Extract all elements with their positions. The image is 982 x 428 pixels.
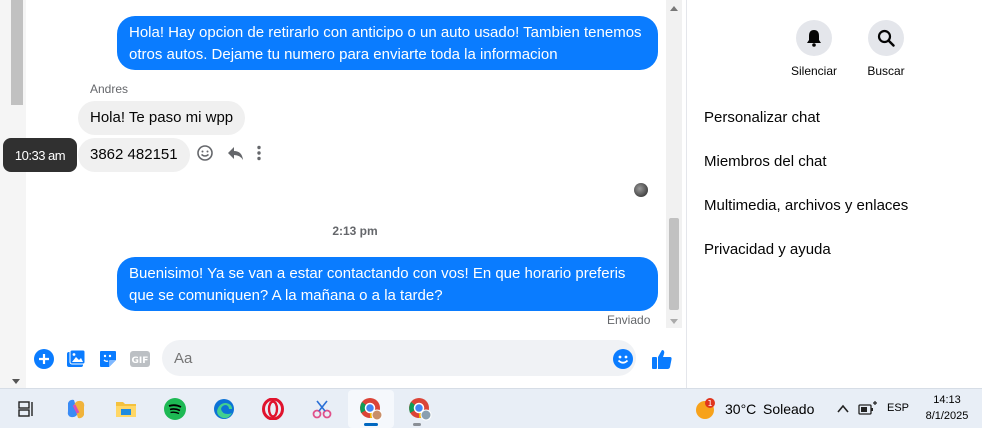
active-app-indicator — [364, 423, 378, 426]
image-icon[interactable] — [65, 348, 87, 370]
battery-network-icon[interactable] — [855, 396, 881, 422]
more-options-icon[interactable] — [256, 144, 262, 167]
chat-scroll-up-arrow[interactable] — [670, 6, 678, 11]
incoming-message[interactable]: Hola! Te paso mi wpp — [78, 101, 246, 135]
page-scrollbar-thumb[interactable] — [11, 0, 23, 105]
snipping-tool-icon[interactable] — [309, 396, 335, 422]
task-view-icon[interactable] — [13, 396, 39, 422]
mute-label: Silenciar — [790, 64, 838, 78]
sticker-icon[interactable] — [97, 348, 119, 370]
weather-badge: 1 — [707, 399, 712, 408]
clock-date: 8/1/2025 — [925, 410, 969, 422]
outgoing-message[interactable]: Buenisimo! Ya se van a estar contactando… — [117, 257, 658, 311]
page-scroll-down-arrow[interactable] — [12, 379, 20, 384]
outgoing-message[interactable]: Hola! Hay opcion de retirarlo con antici… — [117, 16, 658, 70]
weather-sun-icon[interactable]: 1 — [692, 396, 718, 422]
gif-icon[interactable]: GIF — [129, 348, 151, 370]
sender-name: Andres — [90, 82, 129, 96]
seen-avatar — [634, 183, 648, 197]
panel-item-customize-chat[interactable]: Personalizar chat — [704, 109, 820, 126]
search-icon — [868, 20, 904, 56]
weather-condition[interactable]: Soleado — [763, 401, 814, 417]
panel-item-privacy-help[interactable]: Privacidad y ayuda — [704, 241, 831, 258]
chrome-profile-icon-2[interactable] — [407, 396, 433, 422]
edge-icon[interactable] — [211, 396, 237, 422]
message-input[interactable] — [162, 340, 636, 376]
chat-scrollbar-thumb[interactable] — [669, 218, 679, 310]
chat-scroll-down-arrow[interactable] — [670, 319, 678, 324]
time-divider: 2:13 pm — [332, 224, 378, 238]
plus-icon[interactable] — [33, 348, 55, 370]
screen: Hola! Hay opcion de retirarlo con antici… — [0, 0, 982, 428]
search-label: Buscar — [867, 64, 905, 78]
page-scrollbar[interactable] — [0, 0, 26, 388]
chat-info-panel: Silenciar Buscar Personalizar chat Miemb… — [686, 0, 982, 388]
chat-area: Hola! Hay opcion de retirarlo con antici… — [26, 0, 684, 388]
opera-icon[interactable] — [260, 396, 286, 422]
bell-icon — [796, 20, 832, 56]
emoji-icon[interactable] — [612, 348, 634, 370]
chevron-up-icon[interactable] — [830, 396, 856, 422]
sent-status: Enviado — [607, 313, 651, 327]
chrome-profile-icon[interactable] — [358, 396, 384, 422]
running-app-indicator — [413, 423, 421, 426]
panel-item-media-files-links[interactable]: Multimedia, archivos y enlaces — [704, 197, 908, 214]
timestamp-tooltip: 10:33 am — [3, 138, 77, 172]
weather-temperature[interactable]: 30°C — [725, 401, 756, 417]
like-icon[interactable] — [651, 348, 673, 370]
chat-scrollbar[interactable] — [666, 0, 682, 328]
reply-icon[interactable] — [226, 144, 244, 167]
system-clock[interactable]: 14:13 8/1/2025 — [918, 392, 976, 424]
copilot-icon[interactable] — [63, 396, 89, 422]
svg-text:GIF: GIF — [132, 356, 149, 366]
incoming-message[interactable]: 3862 482151 — [78, 138, 190, 172]
spotify-icon[interactable] — [162, 396, 188, 422]
input-language[interactable]: ESP — [887, 402, 909, 414]
search-button[interactable]: Buscar — [856, 20, 916, 78]
composer: GIF — [26, 336, 684, 382]
message-actions — [196, 144, 262, 167]
file-explorer-icon[interactable] — [113, 396, 139, 422]
taskbar: 1 30°C Soleado ESP 14:13 8/1/2025 — [0, 388, 982, 428]
panel-item-chat-members[interactable]: Miembros del chat — [704, 153, 827, 170]
mute-button[interactable]: Silenciar — [784, 20, 844, 78]
clock-time: 14:13 — [933, 394, 961, 406]
react-icon[interactable] — [196, 144, 214, 167]
